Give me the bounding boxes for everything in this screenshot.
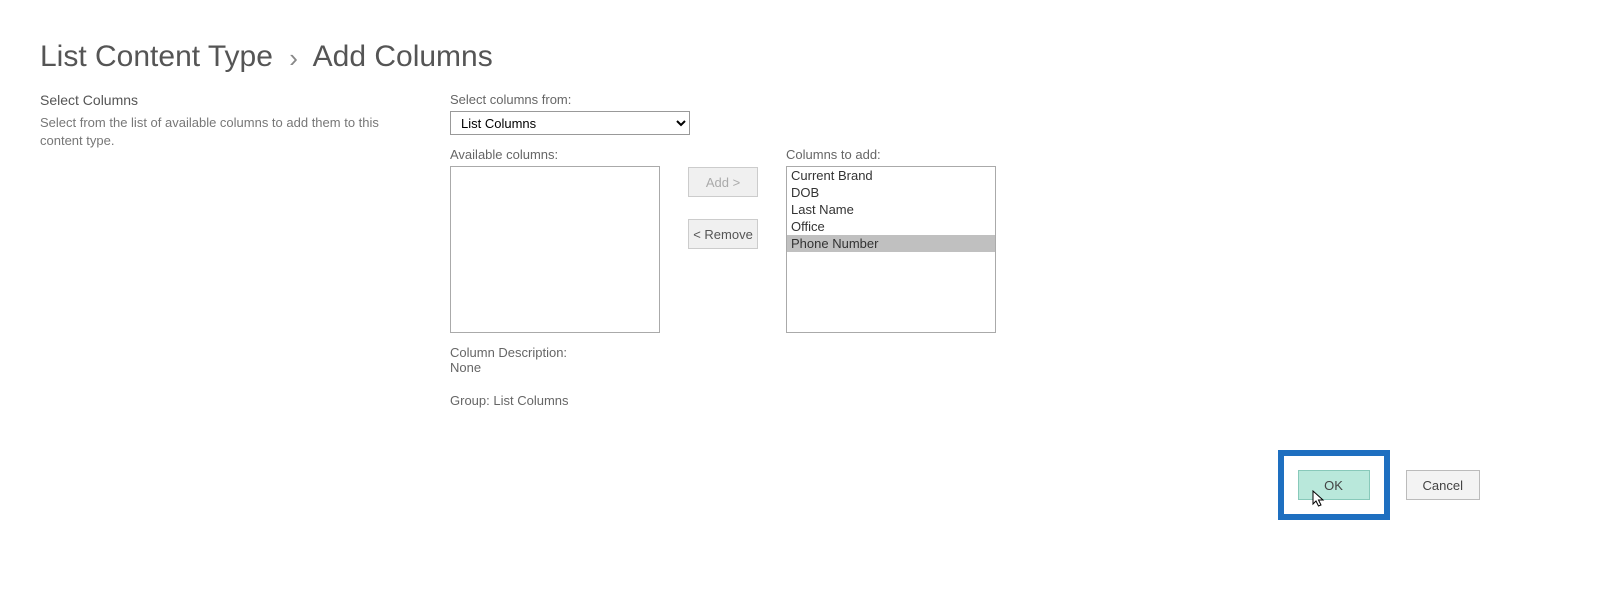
list-item[interactable]: Last Name: [787, 201, 995, 218]
list-item[interactable]: Current Brand: [787, 167, 995, 184]
add-button[interactable]: Add >: [688, 167, 758, 197]
available-columns-listbox[interactable]: [450, 166, 660, 333]
breadcrumb-separator-icon: ›: [289, 43, 298, 74]
list-item[interactable]: Office: [787, 218, 995, 235]
breadcrumb-current: Add Columns: [313, 40, 493, 73]
columns-to-add-label: Columns to add:: [786, 147, 996, 162]
breadcrumb: List Content Type › Add Columns: [40, 40, 1560, 74]
section-title: Select Columns: [40, 92, 420, 108]
available-columns-label: Available columns:: [450, 147, 660, 162]
cancel-button[interactable]: Cancel: [1406, 470, 1480, 500]
select-columns-from-label: Select columns from:: [450, 92, 996, 107]
breadcrumb-parent[interactable]: List Content Type: [40, 40, 273, 73]
column-description-label: Column Description:: [450, 345, 660, 360]
columns-to-add-listbox[interactable]: Current BrandDOBLast NameOfficePhone Num…: [786, 166, 996, 333]
column-description-value: None: [450, 360, 660, 375]
section-description: Select from the list of available column…: [40, 114, 420, 150]
remove-button[interactable]: < Remove: [688, 219, 758, 249]
ok-button[interactable]: OK: [1298, 470, 1370, 500]
select-columns-from-dropdown[interactable]: List Columns: [450, 111, 690, 135]
list-item[interactable]: DOB: [787, 184, 995, 201]
ok-button-highlight: OK: [1278, 450, 1390, 520]
group-line: Group: List Columns: [450, 393, 660, 408]
list-item[interactable]: Phone Number: [787, 235, 995, 252]
